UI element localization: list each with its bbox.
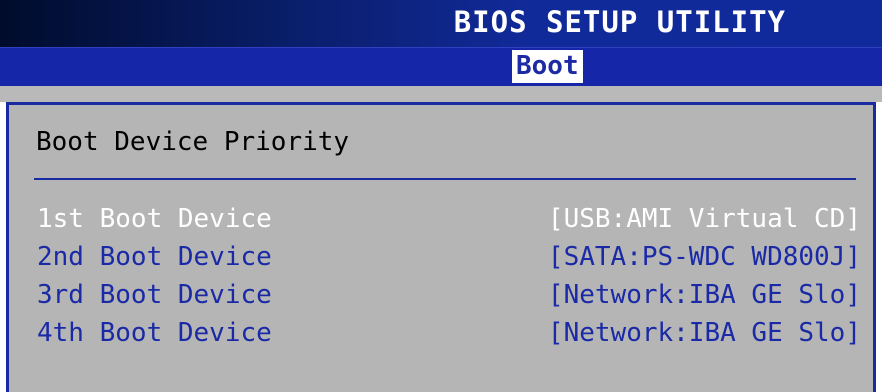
boot-device-value[interactable]: [Network:IBA GE Slo] xyxy=(548,277,861,313)
boot-settings-panel: Boot Device Priority 1st Boot Device [US… xyxy=(6,102,876,392)
boot-device-label: 3rd Boot Device xyxy=(37,280,272,310)
section-title: Boot Device Priority xyxy=(36,127,350,157)
tab-boot[interactable]: Boot xyxy=(512,50,583,83)
boot-device-label: 4th Boot Device xyxy=(37,318,272,348)
title-bar: BIOS SETUP UTILITY xyxy=(0,0,882,47)
boot-device-value[interactable]: [USB:AMI Virtual CD] xyxy=(548,201,861,237)
boot-device-row-4[interactable]: 4th Boot Device [Network:IBA GE Slo] xyxy=(31,315,861,351)
section-divider xyxy=(34,178,856,180)
boot-device-value[interactable]: [Network:IBA GE Slo] xyxy=(548,315,861,351)
boot-device-label: 1st Boot Device xyxy=(37,204,272,234)
bios-screen: BIOS SETUP UTILITY Boot Boot Device Prio… xyxy=(0,0,882,392)
app-title: BIOS SETUP UTILITY xyxy=(453,5,786,39)
menu-bar: Boot xyxy=(0,47,882,86)
menu-separator xyxy=(0,86,882,102)
boot-device-row-3[interactable]: 3rd Boot Device [Network:IBA GE Slo] xyxy=(31,277,861,313)
boot-device-label: 2nd Boot Device xyxy=(37,242,272,272)
boot-device-row-2[interactable]: 2nd Boot Device [SATA:PS-WDC WD800J] xyxy=(31,239,861,275)
boot-device-row-1[interactable]: 1st Boot Device [USB:AMI Virtual CD] xyxy=(31,201,861,237)
boot-device-value[interactable]: [SATA:PS-WDC WD800J] xyxy=(548,239,861,275)
